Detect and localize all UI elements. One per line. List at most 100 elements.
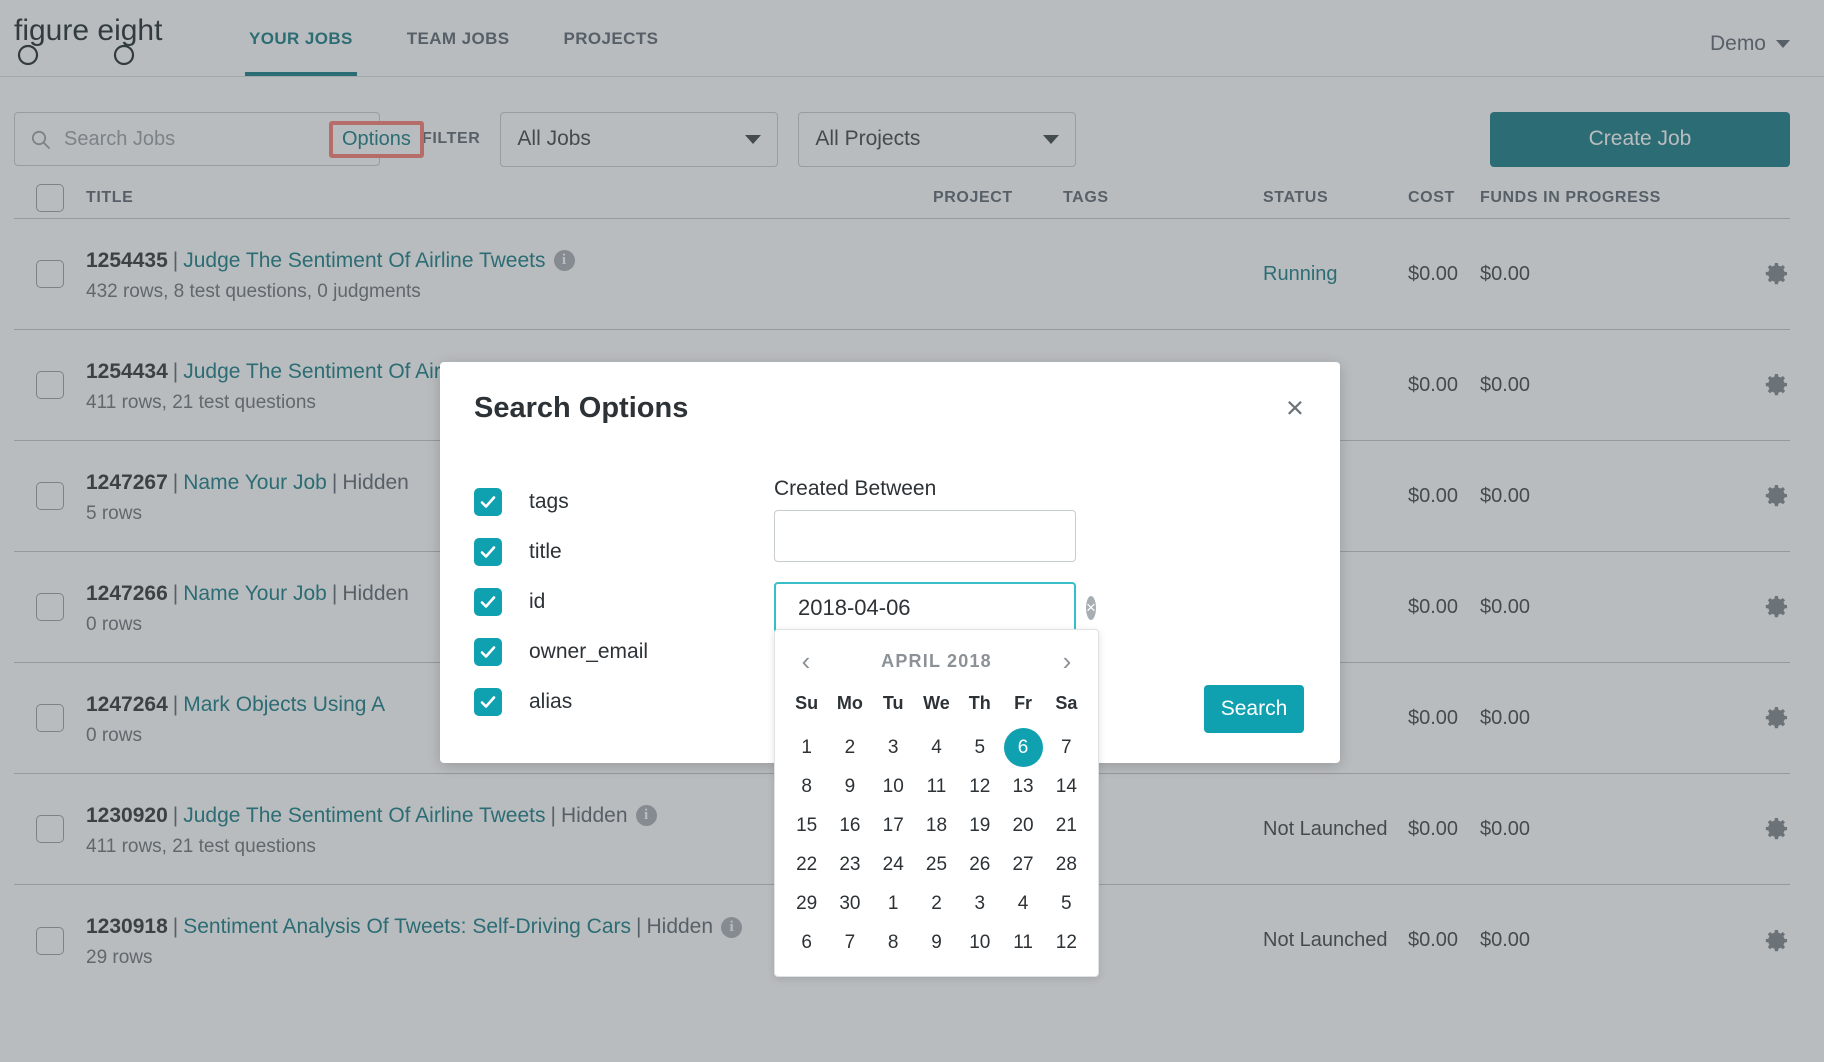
check-icon <box>480 646 496 658</box>
calendar-day[interactable]: 26 <box>958 845 1001 884</box>
checkbox-alias[interactable] <box>474 688 502 716</box>
date-to-input[interactable] <box>798 595 1086 621</box>
calendar-day[interactable]: 22 <box>785 845 828 884</box>
calendar-weekday: Tu <box>882 693 904 713</box>
calendar-day-number: 22 <box>796 854 818 875</box>
calendar-weekday: Mo <box>836 693 863 713</box>
calendar-day[interactable]: 25 <box>915 845 958 884</box>
calendar-weekday: Th <box>968 693 991 713</box>
modal-header: Search Options × <box>440 362 1340 425</box>
calendar-day-number: 15 <box>796 815 818 836</box>
check-icon <box>480 596 496 608</box>
checkbox-tags[interactable] <box>474 488 502 516</box>
calendar-day[interactable]: 2 <box>915 884 958 923</box>
calendar-weekday: Fr <box>1014 693 1033 713</box>
calendar-day[interactable]: 3 <box>958 884 1001 923</box>
calendar-day-number: 23 <box>839 854 861 875</box>
calendar-day[interactable]: 11 <box>915 767 958 806</box>
calendar-day[interactable]: 7 <box>828 923 871 962</box>
checkbox-label: title <box>529 540 562 563</box>
calendar-day-number: 6 <box>1003 728 1043 767</box>
calendar-day[interactable]: 30 <box>828 884 871 923</box>
calendar-day[interactable]: 2 <box>828 728 871 767</box>
checkbox-owner_email[interactable] <box>474 638 502 666</box>
calendar-day[interactable]: 23 <box>828 845 871 884</box>
calendar-day[interactable]: 24 <box>872 845 915 884</box>
checkbox-id[interactable] <box>474 588 502 616</box>
calendar-day[interactable]: 12 <box>958 767 1001 806</box>
calendar-day[interactable]: 10 <box>872 767 915 806</box>
calendar-day[interactable]: 14 <box>1045 767 1088 806</box>
calendar-day-number: 13 <box>1012 776 1034 797</box>
calendar-day[interactable]: 6 <box>785 923 828 962</box>
calendar-day-number: 11 <box>926 776 947 797</box>
calendar-day[interactable]: 28 <box>1045 845 1088 884</box>
clear-date-icon[interactable]: × <box>1086 596 1096 620</box>
calendar-day[interactable]: 1 <box>785 728 828 767</box>
calendar-day[interactable]: 13 <box>1001 767 1044 806</box>
calendar-day[interactable]: 8 <box>785 767 828 806</box>
search-field-option[interactable]: owner_email <box>474 627 774 677</box>
calendar-day[interactable]: 4 <box>915 728 958 767</box>
calendar-day-number: 12 <box>969 776 991 797</box>
calendar-day[interactable]: 4 <box>1001 884 1044 923</box>
calendar-day[interactable]: 11 <box>1001 923 1044 962</box>
calendar-day-number: 18 <box>925 815 948 836</box>
calendar-day[interactable]: 3 <box>872 728 915 767</box>
date-to-field[interactable]: × <box>774 582 1096 634</box>
calendar-day-number: 4 <box>1017 893 1029 914</box>
calendar-day-number: 16 <box>839 815 861 836</box>
checkbox-label: tags <box>529 490 569 513</box>
calendar-day-grid: 1 2 3 4 5 6 7 8 9 10 11 12 13 14 15 16 17 18 19 20 21 22 23 24 2… <box>785 728 1088 962</box>
calendar-day[interactable]: 27 <box>1001 845 1044 884</box>
calendar-day-number: 27 <box>1012 854 1034 875</box>
calendar-day[interactable]: 5 <box>1045 884 1088 923</box>
close-icon[interactable]: × <box>1286 392 1304 423</box>
date-from-input[interactable] <box>797 523 1085 549</box>
calendar-day-number: 1 <box>887 893 899 914</box>
calendar-day[interactable]: 17 <box>872 806 915 845</box>
calendar-day-number: 8 <box>801 776 812 797</box>
created-between-label: Created Between <box>774 477 937 500</box>
calendar-day-number: 3 <box>974 893 986 914</box>
search-field-option[interactable]: id <box>474 577 774 627</box>
search-submit-button[interactable]: Search <box>1204 685 1304 733</box>
calendar-day[interactable]: 5 <box>958 728 1001 767</box>
calendar-weekday: We <box>923 693 950 713</box>
search-field-option[interactable]: alias <box>474 677 774 727</box>
next-month-icon[interactable]: › <box>1054 648 1080 674</box>
search-field-option[interactable]: tags <box>474 477 774 527</box>
calendar-day-number: 9 <box>844 776 856 797</box>
search-field-option[interactable]: title <box>474 527 774 577</box>
calendar-day[interactable]: 8 <box>872 923 915 962</box>
calendar-day[interactable]: 15 <box>785 806 828 845</box>
check-icon <box>480 496 496 508</box>
check-icon <box>480 546 496 558</box>
calendar-day[interactable]: 18 <box>915 806 958 845</box>
calendar-header: ‹ APRIL 2018 › <box>785 642 1088 688</box>
calendar-day[interactable]: 29 <box>785 884 828 923</box>
calendar-day-number: 1 <box>801 737 812 758</box>
calendar-day-number: 7 <box>844 932 856 953</box>
calendar-day-number: 21 <box>1055 815 1077 836</box>
calendar-day[interactable]: 9 <box>828 767 871 806</box>
calendar-day-number: 25 <box>925 854 948 875</box>
calendar-day[interactable]: 16 <box>828 806 871 845</box>
calendar-day[interactable]: 20 <box>1001 806 1044 845</box>
calendar-day[interactable]: 6 <box>1001 728 1044 767</box>
calendar-day[interactable]: 10 <box>958 923 1001 962</box>
calendar-day-number: 5 <box>1061 893 1072 914</box>
date-from-field[interactable] <box>774 510 1085 562</box>
calendar-day-number: 17 <box>882 815 904 836</box>
prev-month-icon[interactable]: ‹ <box>793 648 819 674</box>
search-fields-checkbox-list: tags title id owner_email alias <box>474 477 774 727</box>
calendar-day-number: 11 <box>1013 932 1033 953</box>
calendar-day[interactable]: 19 <box>958 806 1001 845</box>
checkbox-title[interactable] <box>474 538 502 566</box>
calendar-day[interactable]: 21 <box>1045 806 1088 845</box>
calendar-day[interactable]: 12 <box>1045 923 1088 962</box>
calendar-day[interactable]: 7 <box>1045 728 1088 767</box>
calendar-day[interactable]: 9 <box>915 923 958 962</box>
check-icon <box>480 696 496 708</box>
calendar-day[interactable]: 1 <box>872 884 915 923</box>
